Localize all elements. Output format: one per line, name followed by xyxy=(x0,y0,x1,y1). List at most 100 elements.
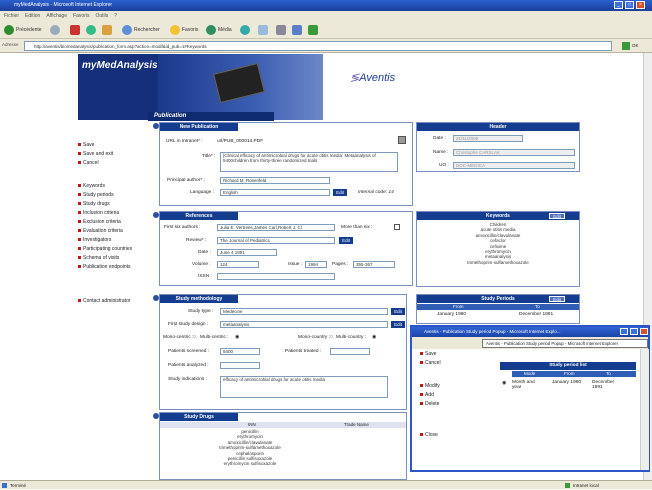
screened-field[interactable]: 5400 xyxy=(220,348,260,355)
more-than-six-checkbox[interactable] xyxy=(394,224,400,230)
popup-maximize-button[interactable] xyxy=(630,328,638,335)
popup-scrollbar[interactable] xyxy=(640,349,649,470)
sidebar-item-exclusion[interactable]: Exclusion criteria xyxy=(78,219,121,226)
period-row-radio[interactable]: ◉ xyxy=(502,380,506,386)
indications-label: Study indications : xyxy=(168,377,207,382)
sidebar-label: Study periods xyxy=(83,192,114,198)
messenger-button[interactable] xyxy=(308,24,320,36)
sidebar-contact[interactable]: Contact administrator xyxy=(78,298,131,305)
uo-field[interactable]: DOC-MEDICA xyxy=(453,162,575,169)
sidebar-label: Contact administrator xyxy=(83,298,131,304)
authors-field[interactable]: Julia E. Vertrees,James Carl,Robert J. C… xyxy=(217,224,335,231)
name-label: Name : xyxy=(433,150,449,155)
language-edit-button[interactable]: Edit xyxy=(333,189,347,196)
popup-save[interactable]: Save xyxy=(420,351,436,358)
menu-edit[interactable]: Edition xyxy=(25,13,40,19)
design-edit-button[interactable]: Edit xyxy=(391,321,405,328)
period-list-title: Study period list xyxy=(500,362,636,370)
menu-tools[interactable]: Outils xyxy=(95,13,108,19)
date-field[interactable]: 21/11/2005 xyxy=(453,135,523,142)
edit-page-button[interactable] xyxy=(292,24,304,36)
address-input[interactable]: http://aventis/biomedanalysis/publicatio… xyxy=(24,41,612,51)
review-select[interactable]: The Journal of Pediatrics xyxy=(217,237,335,244)
print-button[interactable] xyxy=(276,24,288,36)
close-window-button[interactable]: × xyxy=(636,1,645,9)
mail-button[interactable] xyxy=(258,24,270,36)
menu-favorites[interactable]: Favoris xyxy=(73,13,89,19)
minimize-button[interactable]: _ xyxy=(614,1,623,9)
issue-field[interactable]: 1994 xyxy=(305,261,327,268)
calendar-icon[interactable] xyxy=(398,136,406,144)
title-textarea[interactable]: [Clinical efficacy of antimicrobial drug… xyxy=(220,152,398,172)
popup-minimize-button[interactable] xyxy=(620,328,628,335)
study-type-edit-button[interactable]: Edit xyxy=(391,308,405,315)
sidebar-item-countries[interactable]: Participating countries xyxy=(78,246,132,253)
drugs-list: penicillin erythromycin amoxicillin/clav… xyxy=(160,429,340,467)
sidebar-item-inclusion[interactable]: Inclusion criteria xyxy=(78,210,119,217)
search-button[interactable]: Rechercher xyxy=(122,24,160,36)
mono-centric-radio[interactable]: ○ xyxy=(193,334,196,340)
popup-cancel[interactable]: Cancel xyxy=(420,360,441,367)
study-periods-panel: Study Periods Edit From To January 1960 … xyxy=(416,294,580,324)
col-to: To xyxy=(535,304,540,309)
sidebar-item-investigators[interactable]: Investigators xyxy=(78,237,111,244)
popup-close[interactable]: Close xyxy=(420,432,438,439)
refresh-icon xyxy=(86,24,96,35)
popup-modify[interactable]: Modify xyxy=(420,383,440,390)
maximize-button[interactable]: □ xyxy=(625,1,634,9)
popup-close-window-button[interactable] xyxy=(640,328,648,335)
language-label: Language : xyxy=(190,190,215,195)
menu-view[interactable]: Affichage xyxy=(46,13,67,19)
sidebar-save[interactable]: Save xyxy=(78,142,94,149)
sidebar-item-study-drugs[interactable]: Study drugs xyxy=(78,201,110,208)
stop-button[interactable] xyxy=(70,24,82,36)
sidebar-cancel[interactable]: Cancel xyxy=(78,160,99,167)
issn-field[interactable] xyxy=(217,273,335,280)
popup-add[interactable]: Add xyxy=(420,392,434,399)
go-icon[interactable] xyxy=(622,42,630,50)
favorites-label: Favoris xyxy=(182,27,199,33)
favorites-button[interactable]: Favoris xyxy=(170,24,198,36)
sidebar-label: Inclusion criteria xyxy=(83,210,120,216)
popup-delete[interactable]: Delete xyxy=(420,401,439,408)
sidebar-label: Exclusion criteria xyxy=(83,219,121,225)
menu-file[interactable]: Fichier xyxy=(4,13,19,19)
ref-date-field[interactable]: June 4 1991 xyxy=(217,249,277,256)
media-button[interactable]: Média xyxy=(206,24,232,36)
mono-country-radio[interactable]: ○ xyxy=(330,334,333,340)
bullet-icon xyxy=(78,202,81,206)
indications-textarea[interactable]: efficacy of antimicrobial drugs for acut… xyxy=(220,376,388,398)
multi-centric-label: Multi-centric : xyxy=(200,335,229,340)
sidebar-item-study-periods[interactable]: Study periods xyxy=(78,192,114,199)
review-edit-button[interactable]: Edit xyxy=(339,237,353,244)
issue-label: Issue : xyxy=(288,262,303,267)
sidebar-item-schema[interactable]: Schema of visits xyxy=(78,255,119,262)
author-select[interactable]: Richard M. Rosenfeld xyxy=(220,177,330,184)
refresh-button[interactable] xyxy=(86,24,98,36)
address-bar: Adresse http://aventis/biomedanalysis/pu… xyxy=(0,39,652,53)
keywords-edit-button[interactable]: Edit xyxy=(549,213,565,219)
home-button[interactable] xyxy=(102,24,114,36)
treated-field[interactable] xyxy=(330,348,370,355)
study-periods-edit-button[interactable]: Edit xyxy=(549,296,565,302)
design-select[interactable]: metaanalysis xyxy=(220,321,388,328)
back-arrow-icon xyxy=(4,24,14,35)
sidebar-item-keywords[interactable]: Keywords xyxy=(78,183,105,190)
sidebar-item-endpoints[interactable]: Publication endpoints xyxy=(78,264,131,271)
sidebar-item-evaluation[interactable]: Evaluation criteria xyxy=(78,228,123,235)
back-button[interactable]: Précédente xyxy=(4,24,42,36)
sidebar-save-exit[interactable]: Save and exit xyxy=(78,151,113,158)
analyzed-field[interactable] xyxy=(220,362,260,369)
window-title-bar: myMedAnalysis - Microsoft Internet Explo… xyxy=(0,0,652,11)
history-button[interactable] xyxy=(240,24,252,36)
volume-field[interactable]: 124 xyxy=(217,261,259,268)
forward-button[interactable] xyxy=(50,24,62,36)
study-type-select[interactable]: Medecine xyxy=(220,308,388,315)
language-select[interactable]: English xyxy=(220,189,330,196)
multi-centric-radio[interactable]: ◉ xyxy=(235,334,239,340)
name-field[interactable]: Christophe CARSLAK xyxy=(453,149,575,156)
popup-action-label: Cancel xyxy=(425,360,441,366)
multi-country-radio[interactable]: ◉ xyxy=(372,334,376,340)
pages-field[interactable]: 355-367 xyxy=(353,261,395,268)
menu-help[interactable]: ? xyxy=(114,13,117,19)
